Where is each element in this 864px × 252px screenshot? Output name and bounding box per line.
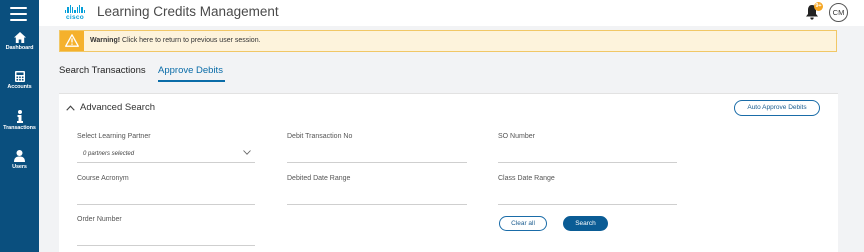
cisco-logo[interactable]: cisco bbox=[60, 5, 90, 23]
logo-text: cisco bbox=[65, 14, 85, 21]
user-icon bbox=[14, 150, 25, 162]
tab-approve-debits[interactable]: Approve Debits bbox=[158, 65, 223, 76]
hamburger-menu-icon[interactable] bbox=[10, 7, 27, 21]
sidebar-item-users[interactable]: Users bbox=[0, 150, 39, 170]
warning-icon bbox=[65, 34, 79, 47]
debit-transaction-label: Debit Transaction No bbox=[287, 133, 353, 140]
order-number-label: Order Number bbox=[77, 216, 122, 223]
avatar[interactable]: CM bbox=[829, 3, 848, 22]
sidebar: Dashboard Accounts Transactions Users bbox=[0, 0, 39, 252]
app-title: Learning Credits Management bbox=[97, 4, 279, 19]
course-acronym-input[interactable] bbox=[77, 204, 255, 205]
learning-partner-select[interactable] bbox=[77, 162, 255, 163]
sidebar-item-label: Transactions bbox=[3, 125, 36, 131]
tab-search-transactions[interactable]: Search Transactions bbox=[59, 65, 146, 76]
order-number-input[interactable] bbox=[77, 245, 255, 246]
top-bar: cisco Learning Credits Management 9+ CM bbox=[39, 0, 864, 26]
warning-banner: Warning! Click here to return to previou… bbox=[59, 30, 837, 52]
debited-date-label: Debited Date Range bbox=[287, 175, 351, 182]
notification-badge: 9+ bbox=[814, 2, 823, 11]
sidebar-item-accounts[interactable]: Accounts bbox=[0, 71, 39, 90]
home-icon bbox=[13, 32, 26, 43]
sidebar-item-transactions[interactable]: Transactions bbox=[0, 110, 39, 131]
debit-transaction-input[interactable] bbox=[287, 162, 467, 163]
course-acronym-label: Course Acronym bbox=[77, 175, 129, 182]
sidebar-item-dashboard[interactable]: Dashboard bbox=[0, 32, 39, 51]
warning-label: Warning! bbox=[90, 37, 121, 44]
warning-icon-box bbox=[60, 31, 84, 51]
warning-link-text[interactable]: Click here to return to previous user se… bbox=[122, 37, 261, 44]
clear-all-button[interactable]: Clear all bbox=[499, 216, 547, 231]
learning-partner-label: Select Learning Partner bbox=[77, 133, 151, 140]
advanced-search-panel: Advanced Search Auto Approve Debits Sele… bbox=[59, 93, 838, 252]
so-number-input[interactable] bbox=[498, 162, 677, 163]
advanced-search-title: Advanced Search bbox=[80, 102, 155, 113]
calculator-icon bbox=[14, 71, 25, 82]
info-icon bbox=[16, 110, 23, 123]
search-button[interactable]: Search bbox=[563, 216, 608, 231]
sidebar-item-label: Users bbox=[12, 164, 27, 170]
learning-partner-select-value[interactable]: 0 partners selected bbox=[83, 151, 134, 157]
sidebar-item-label: Accounts bbox=[7, 84, 32, 90]
chevron-up-icon bbox=[66, 104, 75, 111]
sidebar-item-label: Dashboard bbox=[5, 45, 34, 51]
class-date-label: Class Date Range bbox=[498, 175, 555, 182]
debited-date-range-input[interactable] bbox=[287, 204, 467, 205]
so-number-label: SO Number bbox=[498, 133, 535, 140]
chevron-down-icon[interactable] bbox=[243, 150, 251, 155]
advanced-search-toggle[interactable]: Advanced Search bbox=[66, 102, 155, 113]
warning-message[interactable]: Warning! Click here to return to previou… bbox=[90, 37, 261, 44]
class-date-range-input[interactable] bbox=[498, 204, 677, 205]
auto-approve-debits-button[interactable]: Auto Approve Debits bbox=[734, 100, 820, 116]
active-tab-indicator bbox=[158, 80, 225, 82]
